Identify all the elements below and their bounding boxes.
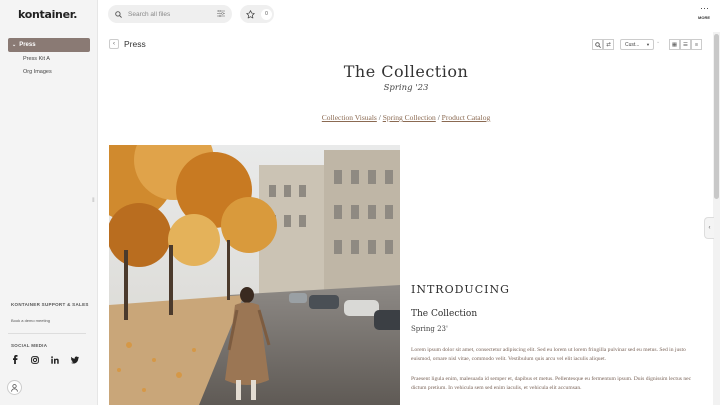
instagram-icon[interactable]: [31, 355, 39, 364]
search-folder-button[interactable]: [592, 39, 603, 50]
back-button[interactable]: ‹: [109, 39, 119, 49]
article-heading: INTRODUCING: [411, 283, 510, 296]
sort-button[interactable]: ⇄: [603, 39, 614, 50]
compact-view-button[interactable]: ≡: [691, 39, 702, 50]
grid-icon: ▦: [671, 41, 678, 48]
search-icon: [115, 10, 122, 18]
view-mode-toggle: ▦ ☰ ≡: [669, 39, 702, 50]
support-title: KONTAINER SUPPORT & SALES: [11, 302, 89, 307]
social-media-title: SOCIAL MEDIA: [11, 343, 48, 348]
chevron-down-icon: ▼: [646, 42, 650, 47]
list-icon: ☰: [683, 41, 688, 48]
sidebar-item-label: Press: [19, 42, 36, 48]
more-menu-button[interactable]: ⋯ MORE: [696, 3, 712, 21]
sidebar-item-press[interactable]: ⌄ Press: [8, 38, 90, 52]
linkedin-icon[interactable]: [51, 355, 59, 364]
sidebar-item-press-kit-a[interactable]: Press Kit A: [23, 56, 50, 62]
filter-icon[interactable]: [217, 10, 225, 17]
app-window: kontainer. ⌄ Press Press Kit A Org Image…: [0, 0, 720, 405]
view-select-value: Cust...: [625, 41, 640, 48]
scrollbar-thumb[interactable]: [714, 34, 719, 199]
scrollbar[interactable]: [713, 32, 720, 405]
article-paragraph-1: Lorem ipsum dolor sit amet, consectetur …: [411, 347, 686, 362]
page-title: Press: [124, 39, 146, 49]
sidebar-item-org-images[interactable]: Org Images: [23, 69, 52, 75]
select-arrow-icon[interactable]: ⌄: [656, 39, 660, 45]
sidebar: kontainer. ⌄ Press Press Kit A Org Image…: [0, 0, 98, 405]
star-icon: [246, 9, 255, 18]
link-spring-collection[interactable]: Spring Collection: [383, 113, 436, 122]
toolbar-actions: ⇄: [592, 39, 614, 50]
view-select[interactable]: Cust... ▼: [620, 39, 654, 50]
search-icon: [594, 41, 601, 48]
article-title: The Collection: [411, 309, 478, 319]
chevron-down-icon: ⌄: [12, 42, 17, 48]
link-collection-visuals[interactable]: Collection Visuals: [322, 113, 377, 122]
facebook-icon[interactable]: [11, 355, 19, 364]
hero-title: The Collection: [343, 62, 469, 81]
twitter-icon[interactable]: [71, 355, 79, 364]
brand-logo[interactable]: kontainer.: [18, 8, 77, 21]
chevron-left-icon: ‹: [708, 225, 711, 231]
collection-links: Collection Visuals / Spring Collection /…: [108, 113, 704, 122]
search-bar[interactable]: Search all files: [108, 5, 232, 23]
article-subtitle: Spring 23': [411, 325, 448, 333]
search-input[interactable]: Search all files: [128, 11, 170, 18]
collection-photo: [109, 145, 400, 405]
social-links: [11, 355, 79, 364]
list-view-button[interactable]: ☰: [680, 39, 691, 50]
divider: [8, 333, 86, 334]
more-icon: ⋯: [700, 3, 709, 13]
chevron-left-icon: ‹: [113, 41, 115, 47]
link-product-catalog[interactable]: Product Catalog: [442, 113, 491, 122]
favorites-button[interactable]: 0: [240, 5, 274, 23]
article-paragraph-2: Praesent ligula enim, malesuada id sempe…: [411, 376, 692, 391]
details-panel-toggle[interactable]: ‹: [704, 217, 714, 239]
favorites-count-badge: 0: [261, 8, 272, 20]
book-demo-link[interactable]: Book a demo meeting: [11, 318, 50, 323]
user-profile-button[interactable]: [7, 380, 22, 395]
resize-handle-icon[interactable]: ⫴: [92, 198, 95, 205]
more-label: MORE: [698, 15, 710, 20]
grid-view-button[interactable]: ▦: [669, 39, 680, 50]
sort-icon: ⇄: [606, 41, 611, 48]
hero-subtitle: Spring '23: [383, 83, 429, 93]
compact-list-icon: ≡: [694, 41, 699, 48]
user-icon: [11, 383, 18, 392]
